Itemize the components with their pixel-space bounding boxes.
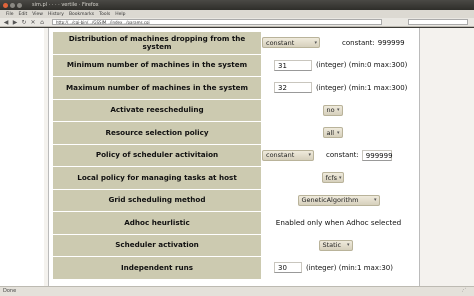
min-machines-input[interactable]: 31 <box>274 59 312 71</box>
row-label: Policy of scheduler activitaion <box>53 144 261 166</box>
home-icon[interactable]: ⌂ <box>39 19 45 26</box>
scheduler-policy-select[interactable]: constant ▾ <box>262 149 314 161</box>
menu-bar: File Edit View History Bookmarks Tools H… <box>0 10 474 18</box>
stop-icon[interactable]: ✕ <box>30 19 36 26</box>
row-value: 32 (integer) (min:1 max:300) <box>262 77 415 99</box>
constant-value: 999999 <box>377 38 405 47</box>
search-input[interactable] <box>408 19 468 25</box>
row-label: Independent runs <box>53 257 261 279</box>
navigation-toolbar: ◀ ▶ ↻ ✕ ⌂ http://.../cgi-bin/.../GSSIM..… <box>0 18 474 27</box>
row-label: Distribution of machines dropping from t… <box>53 32 261 54</box>
menu-file[interactable]: File <box>6 12 14 17</box>
table-row: Adhoc heurlistic Enabled only when Adhoc… <box>53 212 415 234</box>
reescheduling-select[interactable]: no ▾ <box>322 104 343 116</box>
table-row: Maximum number of machines in the system… <box>53 77 415 99</box>
distribution-select[interactable]: constant ▾ <box>262 37 320 49</box>
resource-policy-select[interactable]: all ▾ <box>322 127 343 139</box>
adhoc-note: Enabled only when Adhoc selected <box>275 218 402 228</box>
menu-bookmarks[interactable]: Bookmarks <box>69 12 94 17</box>
row-label: Maximum number of machines in the system <box>53 77 261 99</box>
chevron-down-icon: ▾ <box>308 152 311 159</box>
min-machines-hint: (integer) (min:0 max:300) <box>316 61 408 70</box>
table-row: Independent runs 30 (integer) (min:1 max… <box>53 257 415 279</box>
row-label: Activate reescheduling <box>53 99 261 121</box>
status-text: Done <box>3 288 17 294</box>
row-value: constant ▾ constant: 999999 <box>262 32 415 54</box>
menu-tools[interactable]: Tools <box>99 12 110 17</box>
status-bar: Done ⋰ <box>0 286 474 296</box>
left-margin <box>0 28 44 286</box>
maximize-window-icon[interactable] <box>17 2 22 8</box>
table-row: Local policy for managing tasks at host … <box>53 167 415 189</box>
row-value: fcfs ▾ <box>262 167 415 189</box>
url-bar[interactable]: http://.../cgi-bin/.../GSSIM.../index...… <box>52 19 382 25</box>
reload-icon[interactable]: ↻ <box>21 19 27 26</box>
row-label: Minimum number of machines in the system <box>53 54 261 76</box>
grid-method-select[interactable]: GeneticAlgorithm ▾ <box>297 194 380 206</box>
forward-icon[interactable]: ▶ <box>12 19 18 26</box>
max-machines-input[interactable]: 32 <box>274 82 312 94</box>
menu-history[interactable]: History <box>48 12 64 17</box>
row-label: Scheduler activation <box>53 234 261 256</box>
page-viewport: Distribution of machines dropping from t… <box>0 28 474 286</box>
close-window-icon[interactable] <box>3 2 8 8</box>
independent-runs-hint: (integer) (min:1 max:30) <box>306 263 393 272</box>
minimize-window-icon[interactable] <box>10 2 15 8</box>
row-label: Grid scheduling method <box>53 189 261 211</box>
parameters-table: Distribution of machines dropping from t… <box>52 31 416 280</box>
row-value: Enabled only when Adhoc selected <box>262 212 415 234</box>
menu-edit[interactable]: Edit <box>19 12 28 17</box>
chevron-down-icon: ▾ <box>346 242 350 249</box>
table-row: Distribution of machines dropping from t… <box>53 32 415 54</box>
row-value: GeneticAlgorithm ▾ <box>262 189 415 211</box>
chevron-down-icon: ▾ <box>339 174 342 181</box>
row-value: constant ▾ constant: 999999 <box>262 144 415 166</box>
chevron-down-icon: ▾ <box>336 107 340 114</box>
row-value: 31 (integer) (min:0 max:300) <box>262 54 415 76</box>
row-label: Local policy for managing tasks at host <box>53 167 261 189</box>
table-row: Grid scheduling method GeneticAlgorithm ▾ <box>53 189 415 211</box>
local-policy-select[interactable]: fcfs ▾ <box>321 172 344 184</box>
table-row: Resource selection policy all ▾ <box>53 122 415 144</box>
window-titlebar: sim.pl · · · · vertile · Firefox <box>0 0 474 10</box>
scheduler-activation-select[interactable]: Static ▾ <box>318 239 353 251</box>
table-row: Activate reescheduling no ▾ <box>53 99 415 121</box>
table-row: Policy of scheduler activitaion constant… <box>53 144 415 166</box>
chevron-down-icon: ▾ <box>314 39 317 46</box>
chevron-down-icon: ▾ <box>373 197 377 204</box>
row-value: no ▾ <box>262 99 415 121</box>
table-row: Minimum number of machines in the system… <box>53 54 415 76</box>
scheduler-constant-input[interactable]: 999999 <box>361 149 393 161</box>
max-machines-hint: (integer) (min:1 max:300) <box>316 83 408 92</box>
row-label: Adhoc heurlistic <box>53 212 261 234</box>
constant-label: constant: <box>326 151 359 160</box>
chevron-down-icon: ▾ <box>336 129 340 136</box>
independent-runs-input[interactable]: 30 <box>274 262 302 274</box>
table-row: Scheduler activation Static ▾ <box>53 234 415 256</box>
row-value: all ▾ <box>262 122 415 144</box>
row-label: Resource selection policy <box>53 122 261 144</box>
menu-help[interactable]: Help <box>115 12 125 17</box>
constant-label: constant: <box>342 38 375 47</box>
back-icon[interactable]: ◀ <box>3 19 9 26</box>
row-value: 30 (integer) (min:1 max:30) <box>262 257 415 279</box>
window-title: sim.pl · · · · vertile · Firefox <box>32 2 99 8</box>
status-resize-grip-icon: ⋰ <box>461 288 467 293</box>
menu-view[interactable]: View <box>32 12 43 17</box>
row-value: Static ▾ <box>262 234 415 256</box>
